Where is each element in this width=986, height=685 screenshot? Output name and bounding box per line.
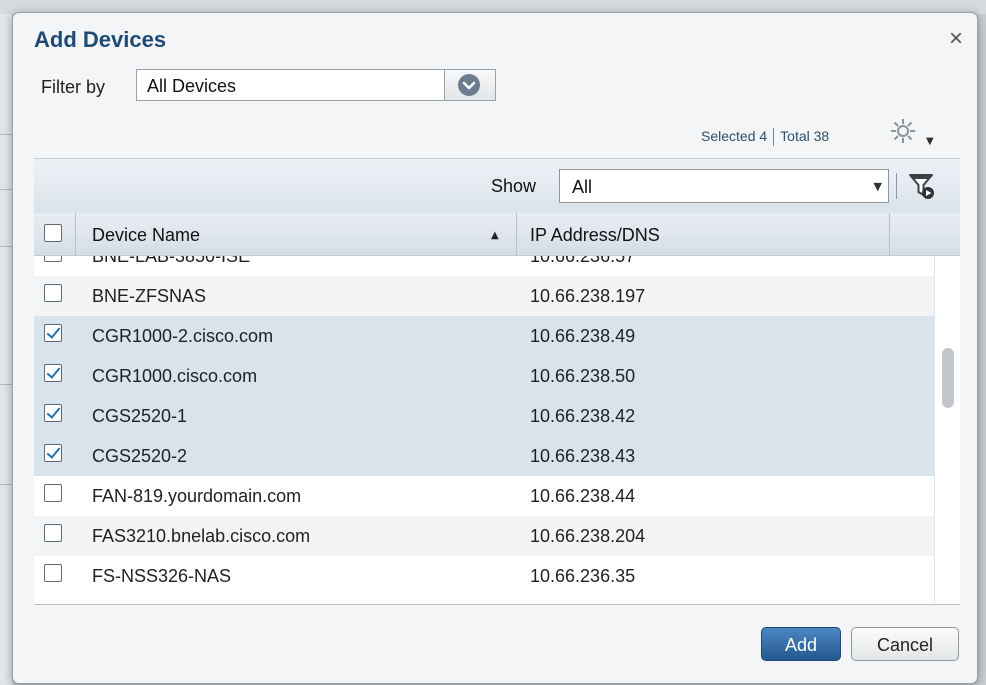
column-header-ip-address[interactable]: IP Address/DNS [530, 225, 660, 246]
ip-address-cell: 10.66.238.197 [530, 286, 646, 306]
column-divider [75, 213, 76, 255]
table-bottom-border [34, 604, 960, 605]
ip-address-cell: 10.66.238.49 [530, 326, 636, 346]
ip-address-cell: 10.66.236.57 [530, 256, 636, 266]
row-checkbox[interactable] [44, 524, 62, 542]
ip-address-cell: 10.66.238.204 [530, 526, 646, 546]
ip-address-cell: 10.66.238.42 [530, 406, 636, 426]
ip-address-cell: 10.66.236.35 [530, 566, 636, 586]
dialog-title: Add Devices [34, 27, 167, 52]
table-row[interactable]: FS-NSS326-NAS 10.66.236.35 [34, 556, 934, 596]
row-checkbox[interactable] [44, 444, 62, 462]
ip-address-cell: 10.66.238.50 [530, 366, 636, 386]
row-checkbox[interactable] [44, 324, 62, 342]
device-name-cell: CGR1000-2.cisco.com [92, 326, 274, 346]
device-name-cell: FAS3210.bnelab.cisco.com [92, 526, 311, 546]
total-count: Total 38 [780, 128, 830, 144]
chevron-down-icon [458, 74, 480, 96]
column-header-device-name[interactable]: Device Name [92, 225, 200, 246]
chevron-down-icon: ▼ [873, 180, 882, 193]
device-name-cell: BNE-ZFSNAS [92, 286, 207, 306]
device-name-cell: CGS2520-2 [92, 446, 188, 466]
scrollbar-thumb[interactable] [942, 348, 954, 408]
column-divider [889, 213, 890, 255]
cancel-button[interactable]: Cancel [851, 627, 959, 661]
row-checkbox[interactable] [44, 564, 62, 582]
selection-summary: Selected 4 Total 38 [701, 128, 830, 147]
device-name-cell: CGR1000.cisco.com [92, 366, 258, 386]
table-row[interactable]: CGR1000-2.cisco.com 10.66.238.49 [34, 316, 934, 356]
filter-dropdown[interactable]: All Devices [136, 69, 496, 101]
device-name-cell: FAN-819.yourdomain.com [92, 486, 302, 506]
table-header: Device Name ▲ IP Address/DNS [34, 213, 960, 256]
row-checkbox[interactable] [44, 404, 62, 422]
ip-address-cell: 10.66.238.44 [530, 486, 636, 506]
row-checkbox[interactable] [44, 484, 62, 502]
table-row[interactable]: CGS2520-1 10.66.238.42 [34, 396, 934, 436]
select-all-checkbox[interactable] [44, 224, 62, 242]
table-toolbar: Show All ▼ [34, 158, 960, 215]
show-label: Show [491, 176, 537, 196]
device-name-cell: BNE-LAB-3850-ISE [92, 256, 251, 266]
vertical-scrollbar[interactable] [934, 256, 960, 604]
add-button[interactable]: Add [761, 627, 841, 661]
table-row[interactable]: BNE-LAB-3850-ISE 10.66.236.57 [34, 256, 934, 276]
table-row[interactable]: FAS3210.bnelab.cisco.com 10.66.238.204 [34, 516, 934, 556]
device-name-cell: FS-NSS326-NAS [92, 566, 232, 586]
filter-dropdown-button[interactable] [444, 70, 495, 100]
gear-menu-caret-icon[interactable]: ▼ [926, 136, 934, 147]
gear-icon[interactable] [888, 116, 918, 153]
close-icon[interactable]: × [949, 25, 963, 53]
filter-label: Filter by [41, 77, 106, 97]
filter-value: All Devices [147, 76, 237, 96]
row-checkbox[interactable] [44, 256, 62, 262]
show-dropdown[interactable]: All ▼ [559, 169, 889, 203]
add-devices-dialog: Add Devices × Filter by All Devices Sele… [12, 12, 978, 684]
table-row[interactable]: BNE-ZFSNAS 10.66.238.197 [34, 276, 934, 316]
row-checkbox[interactable] [44, 284, 62, 302]
device-name-cell: CGS2520-1 [92, 406, 188, 426]
show-value: All [572, 177, 593, 197]
ip-address-cell: 10.66.238.43 [530, 446, 636, 466]
table-row[interactable]: CGR1000.cisco.com 10.66.238.50 [34, 356, 934, 396]
row-checkbox[interactable] [44, 364, 62, 382]
filter-icon[interactable] [907, 171, 937, 201]
table-row[interactable]: FAN-819.yourdomain.com 10.66.238.44 [34, 476, 934, 516]
table-row[interactable]: CGS2520-2 10.66.238.43 [34, 436, 934, 476]
column-divider [516, 213, 517, 255]
selected-count: Selected 4 [701, 128, 768, 144]
sort-ascending-icon[interactable]: ▲ [491, 230, 499, 241]
toolbar-divider [896, 173, 897, 199]
device-table-body: BNE-LAB-3850-ISE 10.66.236.57 BNE-ZFSNAS 10… [34, 256, 960, 604]
background-page-edge [0, 14, 12, 685]
